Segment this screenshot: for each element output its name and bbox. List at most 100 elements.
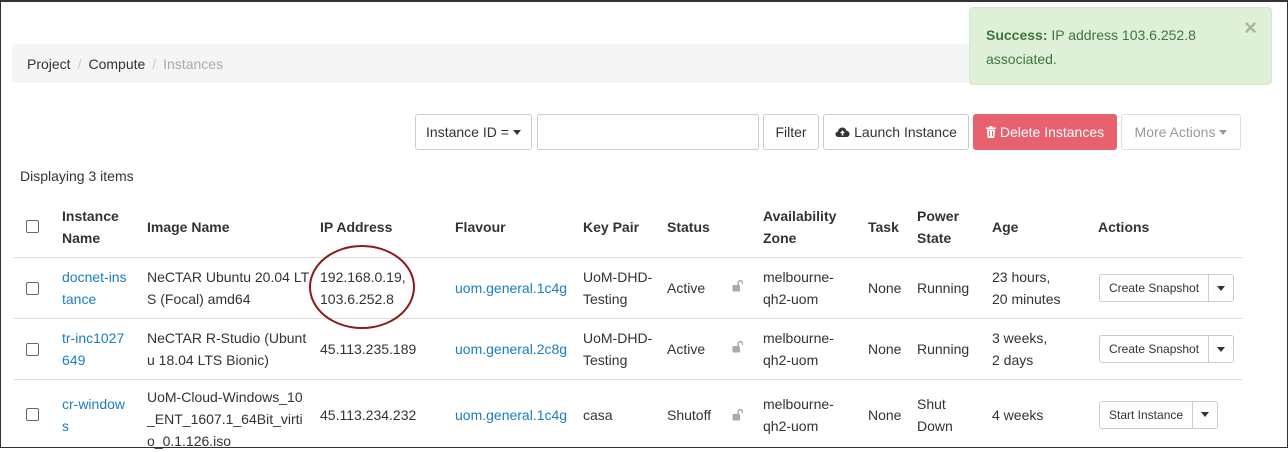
ip-address-cell: 45.113.234.232 [320, 380, 416, 449]
image-name-text: UoM-Cloud-Windows_10 [147, 389, 303, 405]
flavour-link[interactable]: uom.general.1c4g [455, 380, 567, 449]
row-actions-dropdown[interactable] [1193, 402, 1217, 428]
age-text: 2 days [992, 352, 1034, 368]
flavour-link[interactable]: uom.general.1c4g [455, 258, 567, 318]
header-age[interactable]: Age [992, 196, 1018, 257]
unlock-icon [732, 341, 743, 353]
instance-name-text: cr-window [62, 395, 126, 412]
task-text: None [868, 280, 902, 296]
more-actions-label: More Actions [1134, 124, 1216, 140]
alert-message: IP address 103.6.252.8 [1051, 27, 1196, 43]
table-header: Instance Name Image Name IP Address Flavo… [14, 196, 1242, 257]
header-availability-zone[interactable]: Availability Zone [763, 196, 836, 257]
breadcrumb-project[interactable]: Project [27, 56, 71, 72]
cloud-upload-icon [835, 127, 850, 137]
instance-name-link[interactable]: tr-inc1027 649 [62, 319, 124, 379]
key-pair-cell: casa [583, 380, 613, 449]
image-name-cell: NeCTAR R-Studio (Ubunt u 18.04 LTS Bionic… [147, 319, 306, 379]
key-pair-cell: UoM-DHD- Testing [583, 319, 652, 379]
status-text: Shutoff [667, 406, 712, 423]
create-snapshot-button[interactable]: Create Snapshot [1100, 336, 1210, 362]
select-all-checkbox[interactable] [26, 220, 39, 233]
flavour-link[interactable]: uom.general.2c8g [455, 319, 567, 379]
select-all-cell [26, 196, 39, 257]
instance-name-text: 649 [62, 352, 86, 368]
header-power-state[interactable]: Power State [917, 196, 959, 257]
header-instance-name[interactable]: Instance Name [62, 196, 119, 257]
delete-instances-button[interactable]: Delete Instances [973, 114, 1117, 150]
key-pair-text: UoM-DHD- [583, 269, 653, 285]
start-instance-button[interactable]: Start Instance [1100, 401, 1194, 428]
more-actions-button[interactable]: More Actions [1121, 114, 1241, 150]
close-icon[interactable]: × [1244, 17, 1257, 39]
actions-cell: Create Snapshot [1099, 319, 1235, 379]
actions-cell: Create Snapshot [1099, 258, 1235, 318]
row-checkbox[interactable] [26, 342, 39, 356]
header-text: Power [917, 207, 960, 224]
caret-down-icon [1219, 129, 1228, 135]
breadcrumb-compute[interactable]: Compute [88, 56, 145, 72]
header-text: Availability [763, 207, 837, 224]
task-text: None [868, 341, 902, 357]
row-checkbox[interactable] [26, 408, 39, 421]
header-flavour[interactable]: Flavour [455, 196, 506, 257]
header-image-name[interactable]: Image Name [147, 196, 229, 257]
header-text: Key Pair [583, 218, 640, 235]
power-state-text: Running [917, 280, 970, 296]
breadcrumb-separator: / [77, 55, 82, 72]
header-text: Status [667, 218, 710, 235]
table-row: tr-inc1027 649 NeCTAR R-Studio (Ubunt u 18… [14, 318, 1242, 379]
task-cell: None [868, 380, 901, 449]
header-key-pair[interactable]: Key Pair [583, 196, 639, 257]
header-text: Actions [1098, 218, 1150, 235]
header-text: IP Address [320, 218, 393, 235]
header-text: Image Name [147, 218, 230, 235]
instance-name-text: docnet-ins [62, 269, 127, 285]
flavour-text: uom.general.2c8g [455, 341, 568, 357]
age-cell: 4 weeks [992, 380, 1043, 449]
az-text: qh2-uom [763, 417, 819, 434]
az-text: melbourne- [763, 330, 834, 346]
header-text: Task [868, 218, 899, 235]
key-pair-text: Testing [583, 291, 628, 307]
row-actions-dropdown[interactable] [1209, 336, 1233, 362]
filter-button[interactable]: Filter [763, 114, 819, 150]
trash-icon [985, 126, 996, 138]
filter-input[interactable] [537, 114, 759, 150]
table-row: cr-window s UoM-Cloud-Windows_10 _ENT_1607… [14, 379, 1242, 449]
age-text: 20 minutes [992, 291, 1061, 307]
unlock-icon [732, 409, 743, 421]
alert-message-line2: associated. [986, 51, 1057, 67]
image-name-cell: UoM-Cloud-Windows_10 _ENT_1607.1_64Bit_vi… [147, 380, 303, 449]
instance-name-text: s [62, 417, 69, 434]
create-snapshot-button[interactable]: Create Snapshot [1100, 275, 1210, 301]
caret-down-icon [512, 129, 521, 135]
ip-address-cell: 192.168.0.19, 103.6.252.8 [320, 258, 406, 318]
unlock-icon [732, 280, 743, 292]
header-text: State [917, 229, 952, 246]
ip-address-text: 192.168.0.19, [320, 269, 406, 285]
age-text: 3 weeks, [992, 330, 1048, 346]
image-name-text: _ENT_1607.1_64Bit_virti [147, 411, 303, 427]
item-count: Displaying 3 items [20, 168, 134, 184]
caret-down-icon [1217, 346, 1226, 352]
header-ip-address[interactable]: IP Address [320, 196, 392, 257]
row-action-group: Start Instance [1099, 400, 1219, 429]
breadcrumb-separator: / [152, 55, 157, 72]
instance-name-link[interactable]: cr-window s [62, 380, 125, 449]
image-name-text: o_0.1.126.iso [147, 433, 232, 449]
row-checkbox[interactable] [26, 281, 39, 295]
flavour-text: uom.general.1c4g [455, 280, 568, 296]
power-state-text: Shut [917, 395, 946, 412]
row-action-group: Create Snapshot [1099, 335, 1235, 363]
header-task[interactable]: Task [868, 196, 899, 257]
age-text: 23 hours, [992, 269, 1051, 285]
power-state-text: Down [917, 417, 953, 434]
row-select-cell [26, 258, 39, 318]
row-actions-dropdown[interactable] [1209, 275, 1233, 301]
launch-instance-button[interactable]: Launch Instance [823, 114, 969, 150]
header-status[interactable]: Status [667, 196, 710, 257]
instance-name-link[interactable]: docnet-ins tance [62, 258, 127, 318]
image-name-text: u 18.04 LTS Bionic) [147, 352, 269, 368]
filter-field-select[interactable]: Instance ID = [415, 114, 532, 150]
